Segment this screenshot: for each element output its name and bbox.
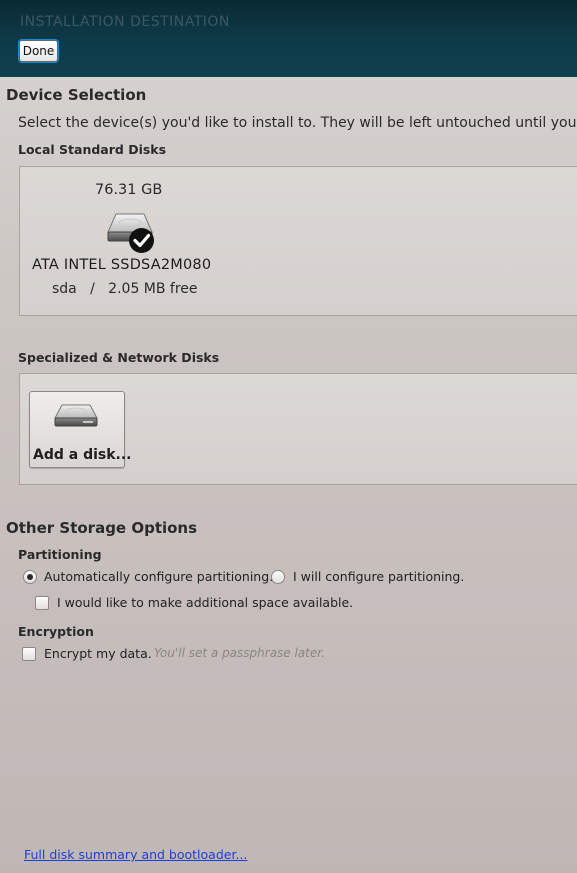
specialized-disks-title: Specialized & Network Disks <box>18 350 220 365</box>
partitioning-title: Partitioning <box>18 547 102 562</box>
manual-partitioning-label[interactable]: I will configure partitioning. <box>293 569 464 584</box>
header-bar: INSTALLATION DESTINATION Done <box>0 0 577 77</box>
full-disk-summary-link[interactable]: Full disk summary and bootloader... <box>24 847 247 862</box>
encrypt-checkbox[interactable] <box>22 647 36 661</box>
hard-disk-icon <box>54 404 98 427</box>
checkmark-icon <box>129 228 154 253</box>
page-title: INSTALLATION DESTINATION <box>20 14 230 30</box>
encrypt-label[interactable]: Encrypt my data. <box>44 646 152 661</box>
encrypt-hint: You'll set a passphrase later. <box>154 646 325 660</box>
other-storage-title: Other Storage Options <box>6 519 198 537</box>
done-button[interactable]: Done <box>19 40 58 62</box>
disk-size: 76.31 GB <box>95 182 163 198</box>
local-disks-title: Local Standard Disks <box>18 142 167 157</box>
additional-space-label[interactable]: I would like to make additional space av… <box>57 595 353 610</box>
auto-partitioning-radio[interactable] <box>23 570 37 584</box>
encryption-title: Encryption <box>18 624 94 639</box>
manual-partitioning-radio[interactable] <box>271 570 285 584</box>
additional-space-checkbox[interactable] <box>35 596 49 610</box>
auto-partitioning-label[interactable]: Automatically configure partitioning. <box>44 569 273 584</box>
add-disk-button[interactable]: Add a disk... <box>29 391 132 468</box>
device-selection-title: Device Selection <box>6 86 147 104</box>
disk-info: sda / 2.05 MB free <box>52 281 198 297</box>
disk-name: ATA INTEL SSDSA2M080 <box>32 257 212 273</box>
device-selection-description: Select the device(s) you'd like to insta… <box>18 115 577 131</box>
add-disk-label: Add a disk... <box>33 447 132 463</box>
